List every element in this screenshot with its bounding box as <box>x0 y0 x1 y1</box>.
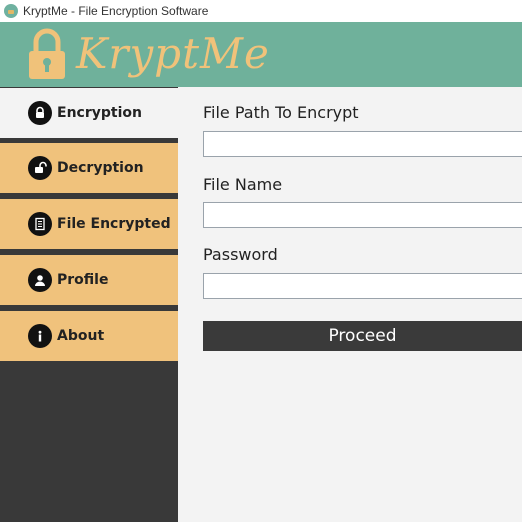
sidebar: Encryption Decryption File Encrypted Pro… <box>0 87 178 522</box>
file-name-label: File Name <box>203 175 283 194</box>
unlock-icon <box>28 156 52 180</box>
password-input[interactable] <box>203 273 522 299</box>
user-icon <box>28 268 52 292</box>
sidebar-item-encryption[interactable]: Encryption <box>0 88 178 138</box>
sidebar-item-label: File Encrypted <box>57 216 171 232</box>
file-path-input[interactable] <box>203 131 522 157</box>
sidebar-item-label: Profile <box>57 272 109 288</box>
window-title: KryptMe - File Encryption Software <box>23 4 209 18</box>
sidebar-item-label: Decryption <box>57 160 144 176</box>
lock-app-icon <box>4 4 18 18</box>
app-logo-text: KryptMe <box>76 29 270 78</box>
info-icon <box>28 324 52 348</box>
sidebar-item-file-encrypted[interactable]: File Encrypted <box>0 199 178 249</box>
document-icon <box>28 212 52 236</box>
window-title-bar: KryptMe - File Encryption Software <box>0 0 522 22</box>
sidebar-item-about[interactable]: About <box>0 311 178 361</box>
sidebar-item-profile[interactable]: Profile <box>0 255 178 305</box>
lock-icon <box>28 101 52 125</box>
file-name-input[interactable] <box>203 202 522 228</box>
sidebar-item-decryption[interactable]: Decryption <box>0 143 178 193</box>
app-header: KryptMe <box>0 22 522 87</box>
proceed-button[interactable]: Proceed <box>203 321 522 351</box>
sidebar-item-label: About <box>57 328 105 344</box>
sidebar-item-label: Encryption <box>57 105 142 121</box>
password-label: Password <box>203 245 278 264</box>
file-path-label: File Path To Encrypt <box>203 103 359 122</box>
padlock-icon <box>29 28 65 79</box>
